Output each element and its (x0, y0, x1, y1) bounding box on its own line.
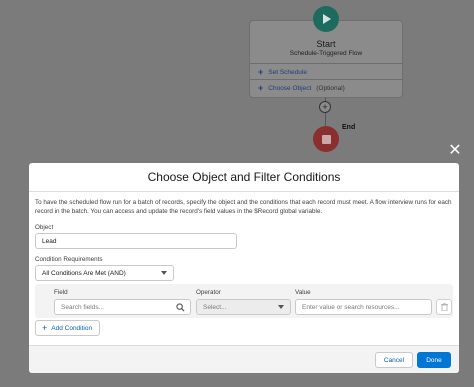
value-placeholder: Enter value or search resources... (302, 303, 400, 311)
modal-body: To have the scheduled flow run for a bat… (29, 192, 459, 345)
condition-requirements-label: Condition Requirements (35, 256, 103, 263)
trash-icon (440, 303, 448, 311)
cancel-button[interactable]: Cancel (375, 352, 413, 368)
operator-select[interactable]: Select... (196, 299, 291, 315)
modal-footer: Cancel Done (29, 345, 459, 373)
modal-description: To have the scheduled flow run for a bat… (35, 199, 452, 215)
end-icon (313, 126, 339, 152)
add-element-button[interactable]: + (319, 101, 331, 113)
plus-icon: + (42, 322, 48, 333)
start-card-divider (250, 63, 402, 64)
plus-icon: + (258, 67, 264, 77)
field-placeholder: Search fields... (61, 303, 104, 311)
field-search-input[interactable]: Search fields... (54, 299, 191, 315)
value-input[interactable]: Enter value or search resources... (295, 299, 432, 315)
search-icon (176, 303, 185, 312)
add-condition-button[interactable]: + Add Condition (35, 320, 101, 336)
object-field[interactable]: Lead (35, 233, 237, 249)
start-title: Start (316, 39, 336, 49)
operator-placeholder: Select... (203, 303, 227, 311)
condition-row: Field Search fields... Operator Select..… (35, 284, 453, 318)
start-icon (313, 6, 339, 32)
value-label: Value (295, 289, 311, 296)
done-button[interactable]: Done (417, 352, 451, 368)
end-label: End (342, 124, 356, 131)
flow-connector (325, 113, 326, 127)
close-icon[interactable]: ✕ (447, 143, 463, 159)
choose-object-label: Choose Object (268, 84, 312, 92)
object-value: Lead (42, 237, 57, 245)
set-schedule-label: Set Schedule (268, 68, 307, 76)
set-schedule-link[interactable]: + Set Schedule (258, 67, 307, 77)
delete-condition-button[interactable] (436, 299, 452, 315)
choose-object-modal: Choose Object and Filter Conditions To h… (29, 163, 459, 373)
condition-requirements-value: All Conditions Are Met (AND) (42, 269, 126, 277)
start-subtitle: Schedule-Triggered Flow (289, 50, 363, 57)
operator-label: Operator (196, 289, 221, 296)
modal-title: Choose Object and Filter Conditions (147, 170, 341, 184)
plus-icon: + (258, 83, 264, 93)
object-label: Object (35, 224, 54, 231)
choose-object-optional: (Optional) (316, 84, 345, 92)
chevron-down-icon (161, 271, 167, 275)
add-condition-label: Add Condition (51, 324, 93, 332)
field-label: Field (54, 289, 68, 296)
modal-header: Choose Object and Filter Conditions (29, 163, 459, 192)
condition-requirements-select[interactable]: All Conditions Are Met (AND) (35, 265, 174, 281)
chevron-down-icon (278, 305, 284, 309)
start-card-divider (250, 79, 402, 80)
choose-object-link[interactable]: + Choose Object (Optional) (258, 83, 345, 93)
